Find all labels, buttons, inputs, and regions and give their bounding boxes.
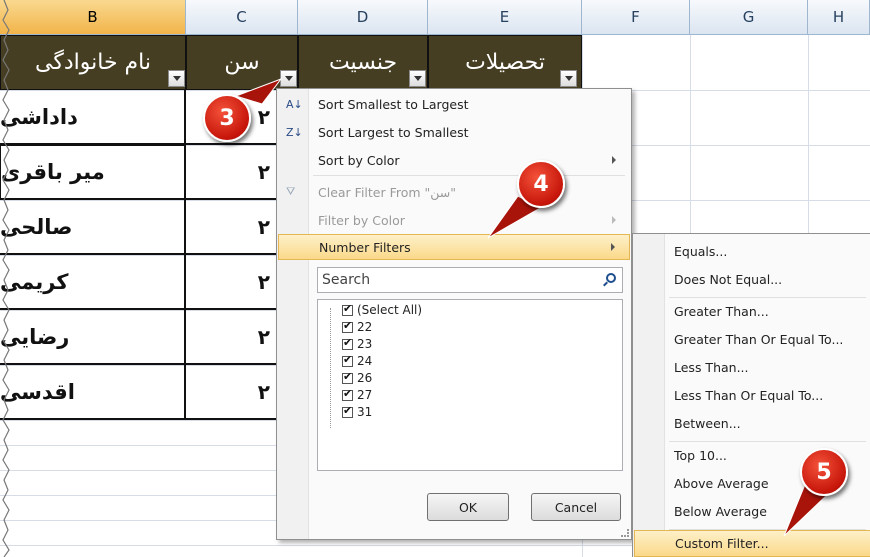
- callout-3: 3: [203, 94, 251, 142]
- callout-pointers: [234, 77, 829, 537]
- callout-5: 5: [800, 448, 848, 496]
- callout-4: 4: [517, 160, 565, 208]
